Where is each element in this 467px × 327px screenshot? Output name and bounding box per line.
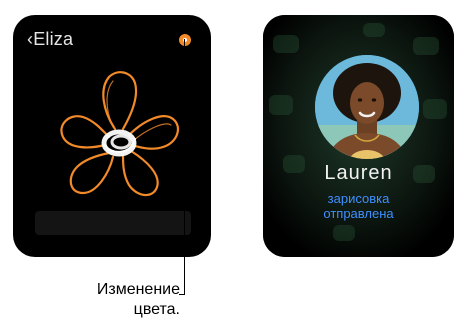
back-button[interactable]: ‹Eliza: [27, 29, 73, 50]
sketch-canvas[interactable]: [51, 61, 181, 211]
status-line-2: отправлена: [323, 206, 394, 221]
callout-label-2: цвета.: [133, 301, 180, 318]
watch-screen-sketch: ‹Eliza: [13, 15, 211, 257]
status-line-1: зарисовка: [327, 191, 390, 206]
flower-center: [101, 129, 137, 157]
callout-line: [184, 39, 185, 295]
callout-label-1: Изменение: [96, 281, 180, 298]
watch-screen-sent: Lauren зарисовка отправлена: [263, 15, 454, 257]
color-picker-icon[interactable]: [179, 34, 191, 46]
contact-name: Lauren: [324, 162, 393, 184]
avatar: [315, 55, 419, 159]
sketch-footer-strip: [35, 211, 191, 235]
